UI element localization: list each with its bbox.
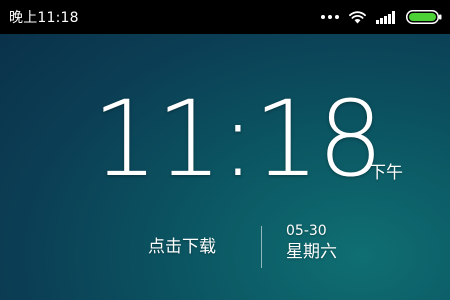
battery-icon	[406, 10, 442, 24]
clock: 11:18 下午	[0, 84, 450, 194]
info-row: 点击下载 05-30 星期六	[0, 222, 450, 272]
status-icons	[321, 10, 442, 24]
more-dots-icon	[321, 15, 339, 19]
clock-time: 11:18	[92, 78, 384, 200]
download-button[interactable]: 点击下载	[148, 236, 216, 258]
wifi-icon	[349, 10, 366, 23]
date-block: 05-30 星期六	[286, 222, 337, 264]
weekday-label: 星期六	[286, 242, 337, 262]
signal-icon	[376, 10, 395, 24]
status-bar: 晚上11:18	[0, 0, 450, 34]
lock-screen: 晚上11:18 11:18 下午 点击下载 05-30 星期六	[0, 0, 450, 300]
ampm-label: 下午	[369, 163, 403, 183]
divider	[261, 226, 262, 268]
date-label: 05-30	[286, 223, 327, 239]
status-time: 晚上11:18	[9, 10, 79, 26]
